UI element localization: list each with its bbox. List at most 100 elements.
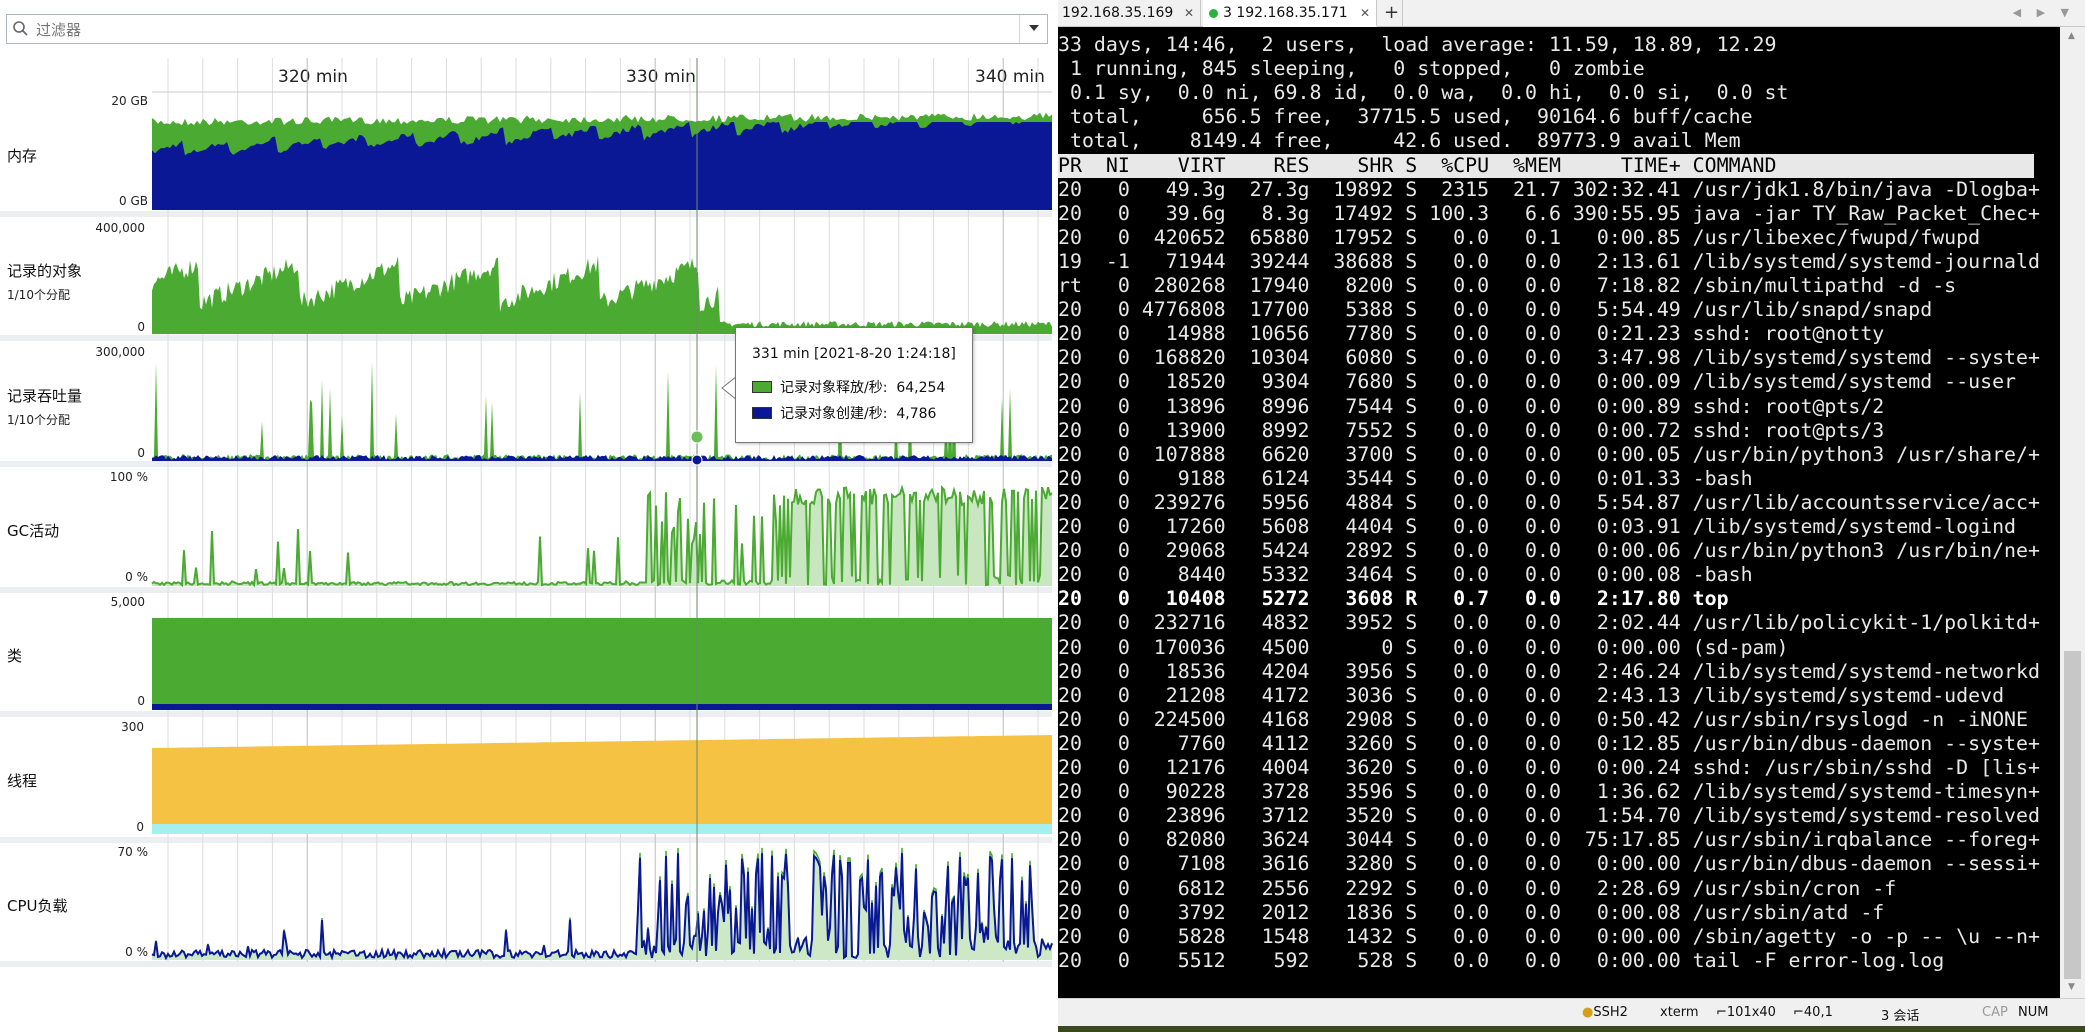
threads-y-min: 0 <box>136 820 144 834</box>
threads-y-max: 300 <box>121 720 144 734</box>
lock-icon: ● <box>1582 1005 1594 1020</box>
classes-area <box>152 618 1052 704</box>
tooltip-label-freed: 记录对象释放/秒: <box>780 380 888 396</box>
process-row: 20 0 6812 2556 2292 S 0.0 0.0 2:28.69 /u… <box>1058 876 1897 900</box>
profiler-panel: 过滤器 320 min 330 min 340 min 内存 20 GB 0 G… <box>0 0 1058 1032</box>
process-row: 19 -1 71944 39244 38688 S 0.0 0.0 2:13.6… <box>1058 249 2040 273</box>
objects-area <box>152 255 1052 334</box>
scroll-down-icon[interactable]: ▼ <box>2068 982 2075 992</box>
threads-daemon-area <box>152 824 1052 834</box>
process-row: 20 0 18536 4204 3956 S 0.0 0.0 2:46.24 /… <box>1058 659 2040 683</box>
process-row: 20 0 49.3g 27.3g 19892 S 2315 21.7 302:3… <box>1058 177 2040 201</box>
throughput-created-area <box>152 455 1052 461</box>
process-row: rt 0 280268 17940 8200 S 0.0 0.0 7:18.82… <box>1058 274 1957 297</box>
throughput-y-max: 300,000 <box>95 345 145 359</box>
process-row: 20 0 12176 4004 3620 S 0.0 0.0 0:00.24 s… <box>1058 756 2040 779</box>
classes-unloaded-area <box>152 704 1052 710</box>
chart-tooltip: 331 min [2021-8-20 1:24:18] 记录对象释放/秒: 64… <box>735 327 973 443</box>
process-row: 20 0 29068 5424 2892 S 0.0 0.0 0:00.06 /… <box>1058 539 2040 563</box>
process-row: 20 0 18520 9304 7680 S 0.0 0.0 0:00.09 /… <box>1058 370 2017 394</box>
desktop-background <box>1058 1026 2085 1032</box>
tab-session-171[interactable]: 3 192.168.35.171 ✕ <box>1203 0 1377 27</box>
status-cap: CAP <box>1982 1005 2008 1020</box>
terminal-screen[interactable]: 33 days, 14:46, 2 users, load average: 1… <box>1058 27 2040 998</box>
process-row: 20 0 10408 5272 3608 R 0.7 0.0 2:17.80 t… <box>1058 587 1729 611</box>
tab-label: 3 192.168.35.171 <box>1223 5 1348 21</box>
status-ssh: ●SSH2 <box>1582 1005 1628 1020</box>
tab-session-169[interactable]: 192.168.35.169 ✕ <box>1058 0 1201 27</box>
row-separator <box>0 961 1052 967</box>
terminal-scrollbar[interactable]: ▲ ▼ <box>2060 27 2085 998</box>
process-row: 20 0 107888 6620 3700 S 0.0 0.0 0:00.05 … <box>1058 442 2040 466</box>
add-tab-button[interactable]: + <box>1381 0 1403 27</box>
classes-y-max: 5,000 <box>110 595 145 609</box>
tooltip-row-created: 记录对象创建/秒: 4,786 <box>752 403 936 423</box>
process-row: 20 0 232716 4832 3952 S 0.0 0.0 2:02.44 … <box>1058 611 2040 635</box>
row-label-objects: 记录的对象 <box>7 262 83 280</box>
threads-area <box>152 735 1052 832</box>
throughput-y-min: 0 <box>137 446 145 460</box>
top-summary-line: total, 656.5 free, 37715.5 used, 90164.6… <box>1058 105 1753 129</box>
ssh-terminal-window: 192.168.35.169 ✕ 3 192.168.35.171 ✕ + ◀ ▶ … <box>1058 0 2085 1032</box>
row-separator <box>0 461 1052 467</box>
row-label-throughput: 记录吞吐量 <box>7 387 83 405</box>
cursor-point-freed <box>690 430 704 444</box>
process-row: 20 0 5828 1548 1432 S 0.0 0.0 0:00.00 /s… <box>1058 924 2040 948</box>
tooltip-row-freed: 记录对象释放/秒: 64,254 <box>752 377 945 397</box>
process-row: 20 0 224500 4168 2908 S 0.0 0.0 0:50.42 … <box>1058 707 2028 731</box>
close-icon[interactable]: ✕ <box>1184 0 1194 26</box>
tab-nav-arrows[interactable]: ◀ ▶ ▼ <box>2013 0 2075 27</box>
row-separator <box>0 211 1052 217</box>
cursor-point-created <box>691 454 703 466</box>
process-row: 20 0 17260 5608 4404 S 0.0 0.0 0:03.91 /… <box>1058 515 2017 538</box>
top-summary-line: 0.1 sy, 0.0 ni, 69.8 id, 0.0 wa, 0.0 hi,… <box>1058 81 1789 105</box>
graph-canvas[interactable] <box>0 0 1058 1032</box>
status-size: ⌐101x40 <box>1716 1005 1776 1020</box>
tooltip-title: 331 min [2021-8-20 1:24:18] <box>752 346 956 362</box>
process-row: 20 0 7108 3616 3280 S 0.0 0.0 0:00.00 /u… <box>1058 852 2040 876</box>
process-row: 20 0 5512 592 528 S 0.0 0.0 0:00.00 tail… <box>1058 948 1945 972</box>
close-icon[interactable]: ✕ <box>1360 0 1370 26</box>
status-sessions: 3 会话 <box>1881 1009 1920 1024</box>
top-summary-line: 1 running, 845 sleeping, 0 stopped, 0 zo… <box>1058 57 1645 81</box>
cpu-y-max: 70 % <box>117 845 149 859</box>
cpu-y-min: 0 % <box>125 945 148 959</box>
row-label-threads: 线程 <box>7 772 38 790</box>
tooltip-value-freed: 64,254 <box>896 380 946 396</box>
row-sublabel-throughput: 1/10个分配 <box>7 413 70 427</box>
gc-y-max: 100 % <box>109 470 148 484</box>
status-pos: ⌐40,1 <box>1793 1005 1833 1020</box>
scroll-up-icon[interactable]: ▲ <box>2068 31 2075 41</box>
row-label-classes: 类 <box>7 647 23 665</box>
gc-y-min: 0 % <box>125 570 148 584</box>
process-table-header: PR NI VIRT RES SHR S %CPU %MEM TIME+ COM… <box>1058 153 2034 178</box>
process-row: 20 0 8440 5332 3464 S 0.0 0.0 0:00.08 -b… <box>1058 563 1753 587</box>
row-label-gc: GC活动 <box>7 522 60 540</box>
row-separator <box>0 587 1052 593</box>
classes-y-min: 0 <box>137 694 145 708</box>
process-row: 20 0 420652 65880 17952 S 0.0 0.1 0:00.8… <box>1058 225 1981 249</box>
process-row: 20 0 170036 4500 0 S 0.0 0.0 0:00.00 (sd… <box>1058 635 1789 659</box>
connected-dot-icon <box>1209 9 1218 18</box>
process-row: 20 0 90228 3728 3596 S 0.0 0.0 1:36.62 /… <box>1058 780 2040 804</box>
legend-swatch-navy <box>752 407 772 419</box>
status-num: NUM <box>2018 1005 2049 1020</box>
process-row: 20 0 13900 8992 7552 S 0.0 0.0 0:00.72 s… <box>1058 418 1885 442</box>
process-row: 20 0 239276 5956 4884 S 0.0 0.0 5:54.87 … <box>1058 490 2040 514</box>
process-row: 20 0 3792 2012 1836 S 0.0 0.0 0:00.08 /u… <box>1058 900 1885 924</box>
telemetry-graphs[interactable] <box>0 0 1058 1032</box>
row-separator <box>0 711 1052 717</box>
process-row: 20 0 168820 10304 6080 S 0.0 0.0 3:47.98… <box>1058 346 2040 370</box>
scrollbar-thumb[interactable] <box>2064 651 2081 979</box>
process-row: 20 0 23896 3712 3520 S 0.0 0.0 1:54.70 /… <box>1058 804 2040 828</box>
objects-y-max: 400,000 <box>95 221 145 235</box>
memory-y-min: 0 GB <box>119 194 148 208</box>
session-tab-bar: 192.168.35.169 ✕ 3 192.168.35.171 ✕ + ◀ ▶ … <box>1058 0 2085 27</box>
row-label-cpu: CPU负载 <box>7 897 68 915</box>
resize-icon: ⌐ <box>1716 1005 1727 1020</box>
row-separator <box>0 837 1052 843</box>
memory-y-max: 20 GB <box>111 94 148 108</box>
process-row: 20 0 7760 4112 3260 S 0.0 0.0 0:12.85 /u… <box>1058 731 2040 755</box>
legend-swatch-green <box>752 381 772 393</box>
tab-label: 192.168.35.169 <box>1062 5 1174 21</box>
